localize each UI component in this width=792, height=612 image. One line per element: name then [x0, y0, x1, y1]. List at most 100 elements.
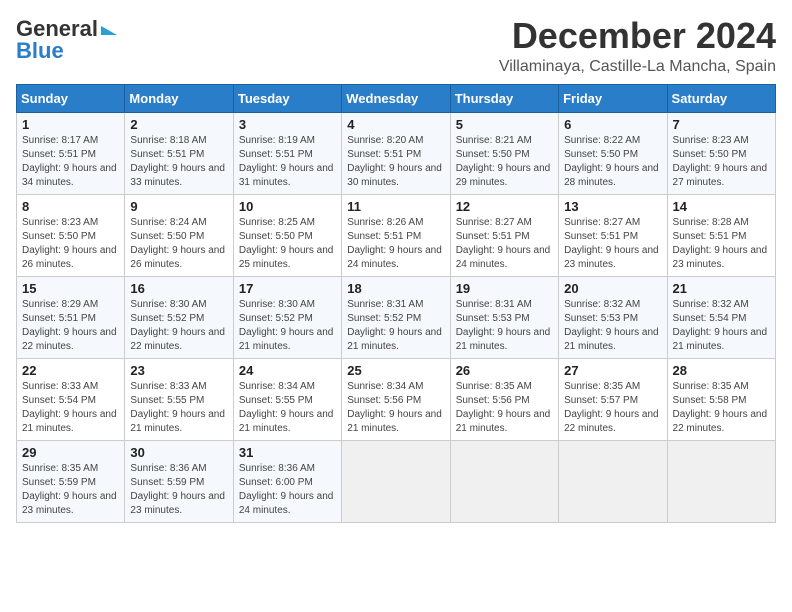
day-number: 3	[239, 117, 336, 132]
day-number: 29	[22, 445, 119, 460]
calendar-cell: 23 Sunrise: 8:33 AMSunset: 5:55 PMDayligh…	[125, 358, 233, 440]
calendar-cell: 30Sunrise: 8:36 AMSunset: 5:59 PMDayligh…	[125, 440, 233, 522]
calendar-cell: 22 Sunrise: 8:33 AMSunset: 5:54 PMDayligh…	[17, 358, 125, 440]
day-number: 23	[130, 363, 227, 378]
day-number: 26	[456, 363, 553, 378]
day-number: 18	[347, 281, 444, 296]
day-detail: Sunrise: 8:29 AMSunset: 5:51 PMDaylight:…	[22, 299, 117, 352]
day-number: 1	[22, 117, 119, 132]
col-header-saturday: Saturday	[667, 84, 775, 112]
day-detail: Sunrise: 8:27 AMSunset: 5:51 PMDaylight:…	[564, 217, 659, 270]
calendar-cell: 5 Sunrise: 8:21 AMSunset: 5:50 PMDaylight…	[450, 112, 558, 194]
calendar-cell: 13 Sunrise: 8:27 AMSunset: 5:51 PMDayligh…	[559, 194, 667, 276]
calendar-cell: 10 Sunrise: 8:25 AMSunset: 5:50 PMDayligh…	[233, 194, 341, 276]
calendar-cell: 9 Sunrise: 8:24 AMSunset: 5:50 PMDaylight…	[125, 194, 233, 276]
day-detail: Sunrise: 8:28 AMSunset: 5:51 PMDaylight:…	[673, 217, 768, 270]
day-detail: Sunrise: 8:30 AMSunset: 5:52 PMDaylight:…	[239, 299, 334, 352]
day-number: 8	[22, 199, 119, 214]
day-detail: Sunrise: 8:19 AMSunset: 5:51 PMDaylight:…	[239, 135, 334, 188]
col-header-monday: Monday	[125, 84, 233, 112]
col-header-friday: Friday	[559, 84, 667, 112]
day-detail: Sunrise: 8:35 AMSunset: 5:57 PMDaylight:…	[564, 381, 659, 434]
day-detail: Sunrise: 8:36 AMSunset: 6:00 PMDaylight:…	[239, 463, 334, 516]
day-number: 28	[673, 363, 770, 378]
week-row-5: 29 Sunrise: 8:35 AMSunset: 5:59 PMDayligh…	[17, 440, 776, 522]
day-detail: Sunrise: 8:31 AMSunset: 5:53 PMDaylight:…	[456, 299, 551, 352]
month-title: December 2024	[499, 16, 776, 56]
day-detail: Sunrise: 8:34 AMSunset: 5:55 PMDaylight:…	[239, 381, 334, 434]
calendar-cell: 25Sunrise: 8:34 AMSunset: 5:56 PMDayligh…	[342, 358, 450, 440]
day-number: 7	[673, 117, 770, 132]
col-header-thursday: Thursday	[450, 84, 558, 112]
day-detail: Sunrise: 8:30 AMSunset: 5:52 PMDaylight:…	[130, 299, 225, 352]
day-detail: Sunrise: 8:17 AMSunset: 5:51 PMDaylight:…	[22, 135, 117, 188]
calendar-cell	[450, 440, 558, 522]
calendar-cell: 4Sunrise: 8:20 AMSunset: 5:51 PMDaylight…	[342, 112, 450, 194]
calendar-cell: 19 Sunrise: 8:31 AMSunset: 5:53 PMDayligh…	[450, 276, 558, 358]
col-header-tuesday: Tuesday	[233, 84, 341, 112]
header-row: SundayMondayTuesdayWednesdayThursdayFrid…	[17, 84, 776, 112]
day-number: 10	[239, 199, 336, 214]
calendar-cell: 28 Sunrise: 8:35 AMSunset: 5:58 PMDayligh…	[667, 358, 775, 440]
calendar-cell: 1 Sunrise: 8:17 AMSunset: 5:51 PMDaylight…	[17, 112, 125, 194]
day-detail: Sunrise: 8:26 AMSunset: 5:51 PMDaylight:…	[347, 217, 442, 270]
calendar-cell	[667, 440, 775, 522]
day-number: 14	[673, 199, 770, 214]
calendar-cell: 17 Sunrise: 8:30 AMSunset: 5:52 PMDayligh…	[233, 276, 341, 358]
col-header-sunday: Sunday	[17, 84, 125, 112]
calendar-cell: 29 Sunrise: 8:35 AMSunset: 5:59 PMDayligh…	[17, 440, 125, 522]
calendar-cell: 8 Sunrise: 8:23 AMSunset: 5:50 PMDaylight…	[17, 194, 125, 276]
day-number: 20	[564, 281, 661, 296]
calendar-cell	[559, 440, 667, 522]
day-number: 17	[239, 281, 336, 296]
day-number: 31	[239, 445, 336, 460]
logo-blue: Blue	[16, 38, 64, 64]
page-container: General Blue December 2024 Villaminaya, …	[16, 16, 776, 523]
week-row-4: 22 Sunrise: 8:33 AMSunset: 5:54 PMDayligh…	[17, 358, 776, 440]
day-number: 9	[130, 199, 227, 214]
calendar-cell: 20 Sunrise: 8:32 AMSunset: 5:53 PMDayligh…	[559, 276, 667, 358]
day-detail: Sunrise: 8:24 AMSunset: 5:50 PMDaylight:…	[130, 217, 225, 270]
calendar-cell: 14 Sunrise: 8:28 AMSunset: 5:51 PMDayligh…	[667, 194, 775, 276]
day-detail: Sunrise: 8:21 AMSunset: 5:50 PMDaylight:…	[456, 135, 551, 188]
day-detail: Sunrise: 8:32 AMSunset: 5:54 PMDaylight:…	[673, 299, 768, 352]
calendar-cell: 26Sunrise: 8:35 AMSunset: 5:56 PMDayligh…	[450, 358, 558, 440]
calendar-cell	[342, 440, 450, 522]
logo: General Blue	[16, 16, 117, 64]
calendar-cell: 18Sunrise: 8:31 AMSunset: 5:52 PMDayligh…	[342, 276, 450, 358]
day-number: 25	[347, 363, 444, 378]
col-header-wednesday: Wednesday	[342, 84, 450, 112]
calendar-cell: 21 Sunrise: 8:32 AMSunset: 5:54 PMDayligh…	[667, 276, 775, 358]
day-detail: Sunrise: 8:23 AMSunset: 5:50 PMDaylight:…	[22, 217, 117, 270]
calendar-cell: 15 Sunrise: 8:29 AMSunset: 5:51 PMDayligh…	[17, 276, 125, 358]
day-number: 22	[22, 363, 119, 378]
calendar-cell: 6Sunrise: 8:22 AMSunset: 5:50 PMDaylight…	[559, 112, 667, 194]
day-detail: Sunrise: 8:35 AMSunset: 5:59 PMDaylight:…	[22, 463, 117, 516]
day-number: 19	[456, 281, 553, 296]
day-detail: Sunrise: 8:33 AMSunset: 5:55 PMDaylight:…	[130, 381, 225, 434]
day-detail: Sunrise: 8:36 AMSunset: 5:59 PMDaylight:…	[130, 463, 225, 516]
title-block: December 2024 Villaminaya, Castille-La M…	[499, 16, 776, 76]
day-detail: Sunrise: 8:27 AMSunset: 5:51 PMDaylight:…	[456, 217, 551, 270]
day-number: 13	[564, 199, 661, 214]
location: Villaminaya, Castille-La Mancha, Spain	[499, 58, 776, 76]
day-detail: Sunrise: 8:22 AMSunset: 5:50 PMDaylight:…	[564, 135, 659, 188]
day-number: 15	[22, 281, 119, 296]
calendar-cell: 11Sunrise: 8:26 AMSunset: 5:51 PMDayligh…	[342, 194, 450, 276]
calendar-cell: 16 Sunrise: 8:30 AMSunset: 5:52 PMDayligh…	[125, 276, 233, 358]
day-number: 4	[347, 117, 444, 132]
day-number: 16	[130, 281, 227, 296]
day-number: 21	[673, 281, 770, 296]
calendar-cell: 31 Sunrise: 8:36 AMSunset: 6:00 PMDayligh…	[233, 440, 341, 522]
day-detail: Sunrise: 8:32 AMSunset: 5:53 PMDaylight:…	[564, 299, 659, 352]
calendar-cell: 3 Sunrise: 8:19 AMSunset: 5:51 PMDaylight…	[233, 112, 341, 194]
day-detail: Sunrise: 8:35 AMSunset: 5:58 PMDaylight:…	[673, 381, 768, 434]
week-row-3: 15 Sunrise: 8:29 AMSunset: 5:51 PMDayligh…	[17, 276, 776, 358]
header: General Blue December 2024 Villaminaya, …	[16, 16, 776, 76]
week-row-2: 8 Sunrise: 8:23 AMSunset: 5:50 PMDaylight…	[17, 194, 776, 276]
logo-arrow-icon	[101, 26, 117, 35]
day-detail: Sunrise: 8:25 AMSunset: 5:50 PMDaylight:…	[239, 217, 334, 270]
day-detail: Sunrise: 8:33 AMSunset: 5:54 PMDaylight:…	[22, 381, 117, 434]
day-number: 24	[239, 363, 336, 378]
day-number: 5	[456, 117, 553, 132]
